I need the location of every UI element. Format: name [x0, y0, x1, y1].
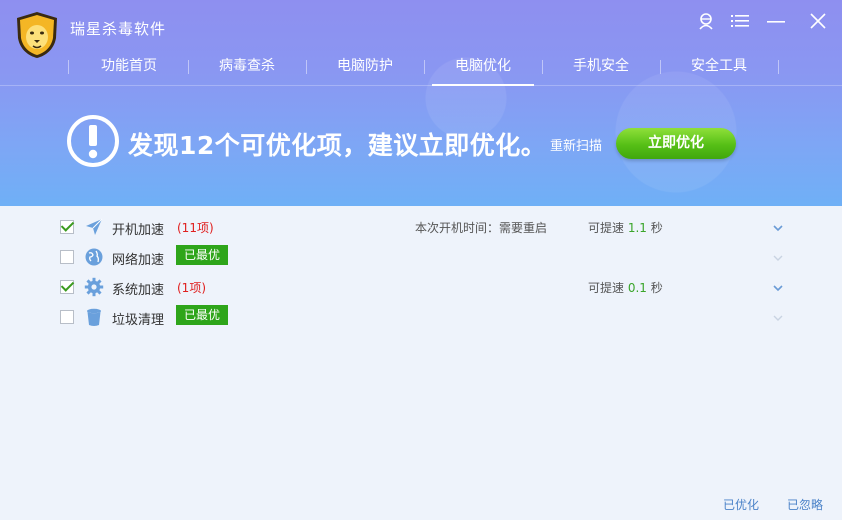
tab-security-tools[interactable]: 安全工具 [660, 48, 778, 86]
app-title: 瑞星杀毒软件 [70, 20, 167, 38]
header-area: 瑞星杀毒软件 功能首页 病毒查杀 电脑防护 电脑优化 手机安全 安全工具 发现1 [0, 0, 842, 206]
item-label: 系统加速 [112, 283, 165, 298]
item-label: 网络加速 [112, 253, 165, 268]
system-checkbox[interactable] [60, 280, 74, 294]
nav-divider [778, 60, 779, 74]
speedup-text: 可提速 0.1 秒 [588, 281, 663, 295]
list-item-boot: 开机加速 (11项) 本次开机时间：需要重启 可提速 1.1 秒 [0, 212, 842, 242]
close-icon[interactable] [806, 10, 830, 32]
rescan-link[interactable]: 重新扫描 [550, 135, 602, 154]
list-item-network: 网络加速 已最优 [0, 242, 842, 272]
item-count: (11项) [177, 221, 214, 235]
list-item-junk-clean: 垃圾清理 已最优 [0, 302, 842, 332]
menu-icon[interactable] [728, 10, 752, 32]
trash-bin-icon [84, 307, 104, 327]
speedup-text: 可提速 1.1 秒 [588, 221, 663, 235]
chevron-down-icon[interactable] [771, 280, 785, 294]
optimized-link[interactable]: 已优化 [723, 496, 759, 513]
optimize-now-button[interactable]: 立即优化 [616, 128, 736, 159]
user-account-icon[interactable] [694, 10, 718, 32]
item-label: 开机加速 [112, 223, 165, 238]
chevron-down-icon[interactable] [771, 220, 785, 234]
exclamation-icon [66, 114, 120, 168]
tab-protection[interactable]: 电脑防护 [306, 48, 424, 86]
tab-virus-scan[interactable]: 病毒查杀 [188, 48, 306, 86]
gear-icon [84, 277, 104, 297]
item-label: 垃圾清理 [112, 313, 165, 328]
item-count: (1项) [177, 281, 206, 295]
status-badge: 已最优 [176, 245, 229, 265]
tab-optimization[interactable]: 电脑优化 [424, 48, 542, 86]
chevron-down-icon [771, 250, 785, 264]
main-nav: 功能首页 病毒查杀 电脑防护 电脑优化 手机安全 安全工具 [0, 48, 842, 86]
network-checkbox[interactable] [60, 250, 74, 264]
boot-checkbox[interactable] [60, 220, 74, 234]
globe-icon [84, 247, 104, 267]
ignored-link[interactable]: 已忽略 [787, 496, 823, 513]
minimize-icon[interactable] [764, 10, 788, 32]
paper-plane-icon [84, 217, 104, 237]
chevron-down-icon [771, 310, 785, 324]
list-item-system: 系统加速 (1项) 可提速 0.1 秒 [0, 272, 842, 302]
status-badge: 已最优 [176, 305, 229, 325]
scan-result-message: 发现12个可优化项，建议立即优化。 [128, 131, 547, 160]
tab-mobile-security[interactable]: 手机安全 [542, 48, 660, 86]
nav-divider [68, 60, 69, 74]
junk-clean-checkbox[interactable] [60, 310, 74, 324]
tab-home[interactable]: 功能首页 [70, 48, 188, 86]
boot-time-info: 本次开机时间：需要重启 [415, 221, 548, 235]
